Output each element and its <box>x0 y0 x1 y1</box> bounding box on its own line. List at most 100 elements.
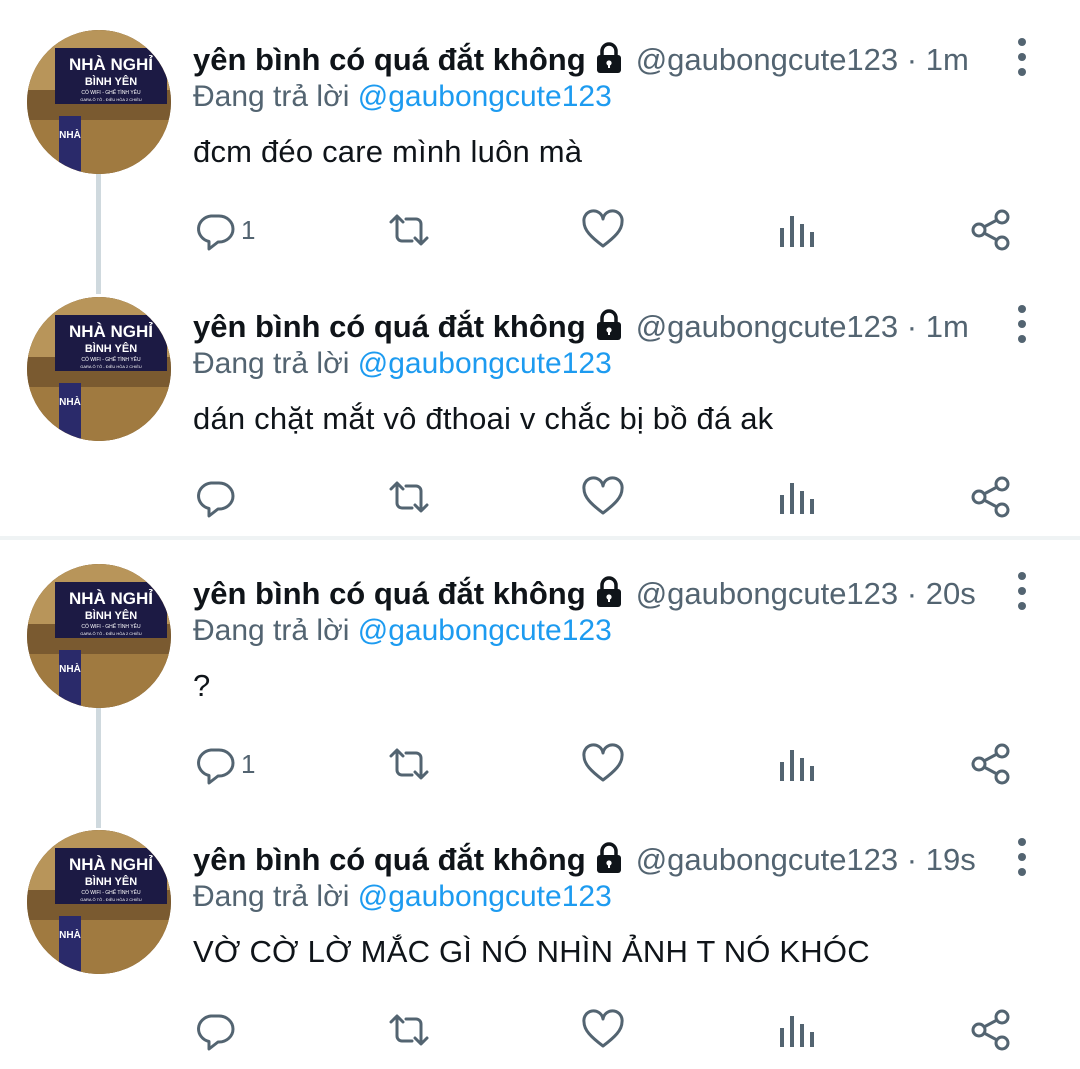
handle-time[interactable]: @gaubongcute123 · 19s <box>636 842 976 878</box>
tweet[interactable]: NHÀ NGHỈ BÌNH YÊN CÓ WIFI - GHẾ TÌNH YÊU… <box>0 0 1080 268</box>
tweet-text: VỜ CỜ LỜ MẮC GÌ NÓ NHÌN ẢNH T NÓ KHÓC <box>193 934 870 969</box>
avatar-image: NHÀ NGHỈ BÌNH YÊN CÓ WIFI - GHẾ TÌNH YÊU… <box>27 30 171 174</box>
share-button[interactable] <box>969 207 1013 253</box>
reply-mention[interactable]: @gaubongcute123 <box>358 880 612 913</box>
share-button[interactable] <box>969 474 1013 520</box>
like-button[interactable] <box>581 741 625 787</box>
avatar[interactable]: NHÀ NGHỈ BÌNH YÊN CÓ WIFI - GHẾ TÌNH YÊU… <box>27 564 171 708</box>
sign-line2: BÌNH YÊN <box>85 875 137 888</box>
retweet-icon <box>389 214 429 246</box>
retweet-icon <box>389 1014 429 1046</box>
reply-prefix: Đang trả lời <box>193 80 350 113</box>
analytics-icon <box>780 483 814 514</box>
handle-time[interactable]: @gaubongcute123 · 20s <box>636 576 976 612</box>
analytics-icon <box>780 1016 814 1047</box>
share-button[interactable] <box>969 741 1013 787</box>
avatar-image: NHÀ NGHỈ BÌNH YÊN CÓ WIFI - GHẾ TÌNH YÊU… <box>27 564 171 708</box>
reply-button[interactable]: 1 <box>193 741 255 787</box>
sign-line2: BÌNH YÊN <box>85 609 137 622</box>
retweet-icon <box>389 748 429 780</box>
replying-to: Đang trả lời @gaubongcute123 <box>193 880 612 914</box>
reply-prefix: Đang trả lời <box>193 880 350 913</box>
like-icon <box>582 476 624 515</box>
reply-count: 1 <box>241 748 256 779</box>
reply-icon <box>197 748 235 785</box>
lock-icon <box>594 308 624 342</box>
sign-line1: NHÀ NGHỈ <box>69 855 153 874</box>
reply-mention[interactable]: @gaubongcute123 <box>358 347 612 380</box>
reply-icon <box>197 1014 235 1051</box>
more-icon[interactable] <box>1010 305 1034 343</box>
tweet-header: yên bình có quá đắt không @gaubongcute12… <box>193 838 976 882</box>
sign-line3: CÓ WIFI - GHẾ TÌNH YÊU <box>81 888 141 896</box>
lock-icon <box>594 575 624 609</box>
sign-line2: BÌNH YÊN <box>85 75 137 88</box>
sign-side: NHÀ <box>59 128 81 141</box>
sign-line4: GARA Ô TÔ - ĐIỀU HÒA 2 CHIỀU <box>80 97 142 102</box>
tweet-actions <box>0 1007 1080 1053</box>
retweet-button[interactable] <box>387 1007 431 1053</box>
more-icon[interactable] <box>1010 38 1034 76</box>
sign-line3: CÓ WIFI - GHẾ TÌNH YÊU <box>81 88 141 96</box>
like-button[interactable] <box>581 1007 625 1053</box>
reply-button[interactable]: 1 <box>193 207 255 253</box>
like-button[interactable] <box>581 207 625 253</box>
display-name[interactable]: yên bình có quá đắt không <box>193 309 586 345</box>
like-button[interactable] <box>581 474 625 520</box>
sign-side: NHÀ <box>59 928 81 941</box>
avatar[interactable]: NHÀ NGHỈ BÌNH YÊN CÓ WIFI - GHẾ TÌNH YÊU… <box>27 30 171 174</box>
replying-to: Đang trả lời @gaubongcute123 <box>193 614 612 648</box>
tweet[interactable]: NHÀ NGHỈ BÌNH YÊN CÓ WIFI - GHẾ TÌNH YÊU… <box>0 800 1080 1068</box>
tweet-header: yên bình có quá đắt không @gaubongcute12… <box>193 305 969 349</box>
like-icon <box>582 1009 624 1048</box>
replying-to: Đang trả lời @gaubongcute123 <box>193 347 612 381</box>
avatar[interactable]: NHÀ NGHỈ BÌNH YÊN CÓ WIFI - GHẾ TÌNH YÊU… <box>27 297 171 441</box>
reply-icon <box>197 214 235 251</box>
tweet-header: yên bình có quá đắt không @gaubongcute12… <box>193 38 969 82</box>
like-icon <box>582 209 624 248</box>
reply-button[interactable] <box>193 474 241 520</box>
tweet[interactable]: NHÀ NGHỈ BÌNH YÊN CÓ WIFI - GHẾ TÌNH YÊU… <box>0 534 1080 802</box>
avatar[interactable]: NHÀ NGHỈ BÌNH YÊN CÓ WIFI - GHẾ TÌNH YÊU… <box>27 830 171 974</box>
lock-icon <box>594 841 624 875</box>
handle-time[interactable]: @gaubongcute123 · 1m <box>636 309 969 345</box>
like-icon <box>582 743 624 782</box>
analytics-button[interactable] <box>775 474 819 520</box>
reply-mention[interactable]: @gaubongcute123 <box>358 614 612 647</box>
analytics-button[interactable] <box>775 207 819 253</box>
sign-line1: NHÀ NGHỈ <box>69 322 153 341</box>
display-name[interactable]: yên bình có quá đắt không <box>193 842 586 878</box>
retweet-button[interactable] <box>387 474 431 520</box>
reply-mention[interactable]: @gaubongcute123 <box>358 80 612 113</box>
share-icon <box>971 209 1010 251</box>
sign-line4: GARA Ô TÔ - ĐIỀU HÒA 2 CHIỀU <box>80 631 142 636</box>
tweet-text: ? <box>193 668 211 703</box>
sign-line1: NHÀ NGHỈ <box>69 55 153 74</box>
sign-line4: GARA Ô TÔ - ĐIỀU HÒA 2 CHIỀU <box>80 897 142 902</box>
display-name[interactable]: yên bình có quá đắt không <box>193 576 586 612</box>
analytics-button[interactable] <box>775 741 819 787</box>
analytics-icon <box>780 216 814 247</box>
share-icon <box>971 743 1010 785</box>
more-icon[interactable] <box>1010 572 1034 610</box>
reply-button[interactable] <box>193 1007 241 1053</box>
retweet-button[interactable] <box>387 207 431 253</box>
sign-side: NHÀ <box>59 662 81 675</box>
more-icon[interactable] <box>1010 838 1034 876</box>
tweet[interactable]: NHÀ NGHỈ BÌNH YÊN CÓ WIFI - GHẾ TÌNH YÊU… <box>0 267 1080 535</box>
avatar-image: NHÀ NGHỈ BÌNH YÊN CÓ WIFI - GHẾ TÌNH YÊU… <box>27 297 171 441</box>
analytics-button[interactable] <box>775 1007 819 1053</box>
sign-line2: BÌNH YÊN <box>85 342 137 355</box>
reply-prefix: Đang trả lời <box>193 347 350 380</box>
share-button[interactable] <box>969 1007 1013 1053</box>
retweet-icon <box>389 481 429 513</box>
avatar-image: NHÀ NGHỈ BÌNH YÊN CÓ WIFI - GHẾ TÌNH YÊU… <box>27 830 171 974</box>
lock-icon <box>594 41 624 75</box>
tweet-text: dán chặt mắt vô đthoai v chắc bị bồ đá a… <box>193 401 774 436</box>
retweet-button[interactable] <box>387 741 431 787</box>
sign-line1: NHÀ NGHỈ <box>69 589 153 608</box>
sign-line4: GARA Ô TÔ - ĐIỀU HÒA 2 CHIỀU <box>80 364 142 369</box>
display-name[interactable]: yên bình có quá đắt không <box>193 42 586 78</box>
handle-time[interactable]: @gaubongcute123 · 1m <box>636 42 969 78</box>
tweet-actions: 1 <box>0 207 1080 253</box>
